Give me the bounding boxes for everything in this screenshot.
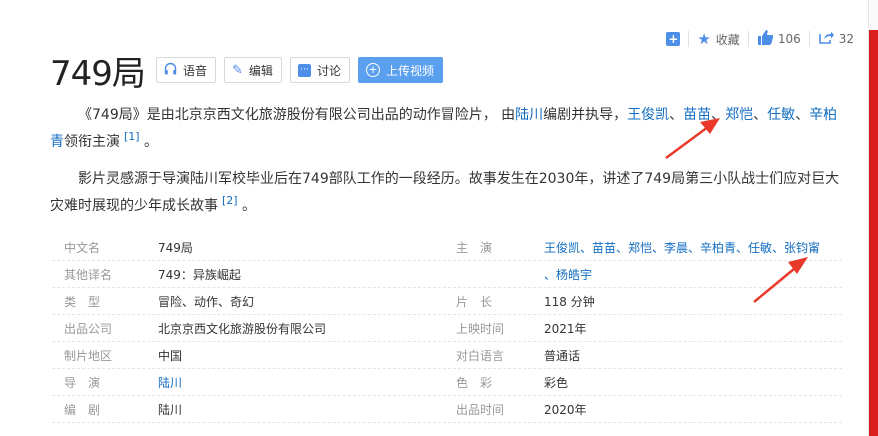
plus-circle-icon: + [365,63,380,77]
separator: 、 [795,107,810,123]
info-key: 片 长 [456,294,493,309]
page-title: 749局 [50,54,146,94]
info-value: 中国 [158,348,183,363]
info-value: 749：异族崛起 [158,267,241,282]
info-value: 749局 [158,240,193,255]
info-key: 出品公司 [64,321,113,336]
summary-text-c: 领衔主演 [64,134,120,150]
info-key: 上映时间 [456,321,505,336]
actor-link[interactable]: 郑恺 [725,107,753,123]
pencil-icon: ✎ [232,62,243,78]
summary-paragraph-1: 《749局》是由北京京西文化旅游股份有限公司出品的动作冒险片， 由陆川编剧并执导… [50,104,850,153]
add-entry-button[interactable]: + [658,31,688,47]
info-row: 导 演 陆川 色 彩 彩色 [52,369,842,396]
headphones-icon [164,62,177,78]
upload-video-button[interactable]: + 上传视频 [357,57,443,83]
info-value: 普通话 [544,348,581,363]
entry-actions-bar: + ★ 收藏 106 32 [658,28,862,50]
summary-paragraph-2: 影片灵感源于导演陆川军校毕业后在749部队工作的一段经历。故事发生在2030年，… [50,168,850,217]
add-box-icon: + [666,32,681,46]
info-row: 制片地区 中国 对白语言 普通话 [52,342,842,369]
reference-link[interactable]: [2] [222,194,238,207]
info-key: 其他译名 [64,267,113,282]
info-value: 118 分钟 [544,294,595,309]
info-key: 出品时间 [456,402,505,417]
info-key: 编 剧 [64,402,101,417]
voice-button[interactable]: 语音 [156,57,217,83]
thumbs-up-icon [757,30,774,48]
baike-entry-page: + ★ 收藏 106 32 749局 语音 ✎ 编辑 ··· 讨论 + 上传视频… [0,0,869,436]
separator: 、 [669,107,684,123]
director-link[interactable]: 陆川 [515,107,543,123]
info-row: 编 剧 陆川 出品时间 2020年 [52,396,842,423]
info-row: 其他译名 749：异族崛起 、杨皓宇 [52,261,842,288]
cast-links[interactable]: 王俊凯、苗苗、郑恺、李晨、辛柏青、任敏、张钧甯 [544,239,842,256]
upload-video-label: 上传视频 [385,63,434,78]
period: 。 [144,134,159,150]
title-toolbar: 语音 ✎ 编辑 ··· 讨论 + 上传视频 [156,57,443,83]
info-value: 2020年 [544,402,587,417]
separator: 、 [753,107,768,123]
discuss-label: 讨论 [316,63,341,78]
info-key: 导 演 [64,375,101,390]
summary-text-b: 编剧并执导， [543,107,628,123]
reference-link[interactable]: [1] [124,130,140,143]
share-icon [818,30,834,48]
sidebar-banner-edge [869,30,878,436]
info-value: 彩色 [544,375,569,390]
sidebar-edge [869,0,878,30]
info-key: 类 型 [64,294,101,309]
summary-text-2: 影片灵感源于导演陆川军校毕业后在749部队工作的一段经历。故事发生在2030年，… [50,171,840,214]
info-key: 主 演 [456,240,493,255]
director-link[interactable]: 陆川 [158,374,448,391]
summary-text-a: 《749局》是由北京京西文化旅游股份有限公司出品的动作冒险片， 由 [78,107,516,123]
info-row: 类 型 冒险、动作、奇幻 片 长 118 分钟 [52,288,842,315]
favorite-label: 收藏 [715,32,740,47]
info-value: 2021年 [544,321,587,336]
separator: 、 [711,107,726,123]
info-key: 制片地区 [64,348,113,363]
info-key: 对白语言 [456,348,505,363]
discuss-button[interactable]: ··· 讨论 [289,57,350,83]
voice-label: 语音 [183,63,208,78]
actor-link[interactable]: 王俊凯 [627,107,669,123]
actor-link[interactable]: 任敏 [767,107,795,123]
favorite-button[interactable]: ★ 收藏 [688,31,747,47]
actor-link[interactable]: 苗苗 [683,107,711,123]
like-button[interactable]: 106 [747,30,809,48]
basic-info-table: 中文名 749局 主 演 王俊凯、苗苗、郑恺、李晨、辛柏青、任敏、张钧甯 其他译… [52,234,842,423]
star-icon: ★ [697,30,711,48]
info-key: 色 彩 [456,375,493,390]
edit-button[interactable]: ✎ 编辑 [224,57,282,83]
period: 。 [242,198,257,214]
cast-links-continued[interactable]: 、杨皓宇 [544,266,842,283]
info-row: 出品公司 北京京西文化旅游股份有限公司 上映时间 2021年 [52,315,842,342]
info-value: 陆川 [158,402,183,417]
info-value: 北京京西文化旅游股份有限公司 [158,321,327,336]
info-key: 中文名 [64,240,101,255]
share-count: 32 [838,32,854,46]
info-value: 冒险、动作、奇幻 [158,294,255,309]
like-count: 106 [777,32,801,46]
edit-label: 编辑 [248,63,273,78]
chat-icon: ··· [297,63,311,77]
info-row: 中文名 749局 主 演 王俊凯、苗苗、郑恺、李晨、辛柏青、任敏、张钧甯 [52,234,842,261]
share-button[interactable]: 32 [808,30,862,48]
